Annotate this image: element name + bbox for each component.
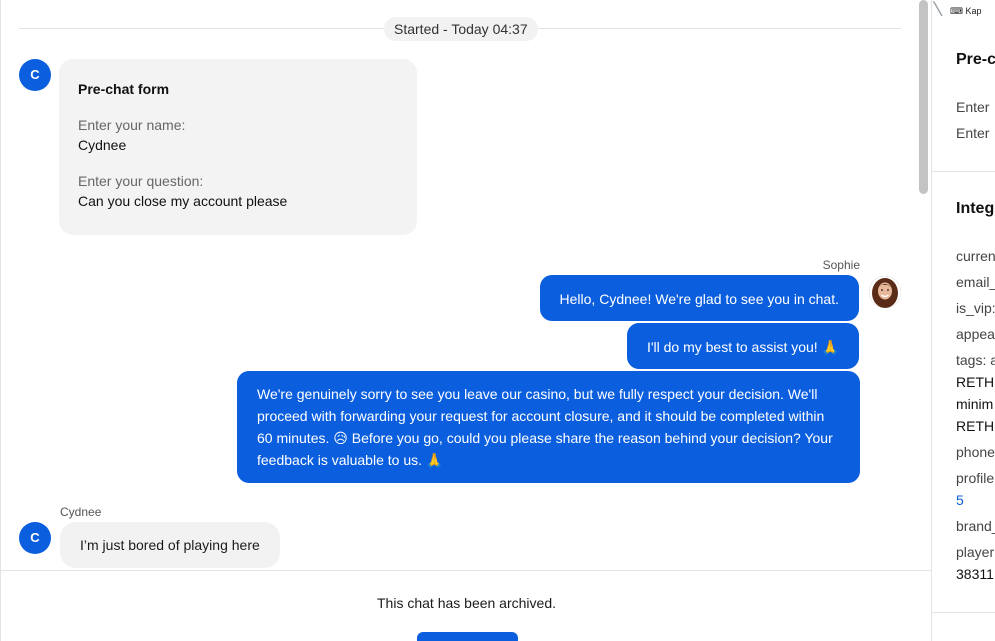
customer-name: Cydnee: [60, 505, 102, 519]
integration-field: is_vip:: [956, 300, 995, 316]
sidebar-top-label: ⌨ Kap: [932, 0, 995, 24]
prechat-question-value: Can you close my account please: [78, 193, 288, 209]
footer-action-button[interactable]: [417, 632, 518, 641]
sidebar-separator: [932, 612, 995, 613]
details-sidebar: ⌨ Kap Pre-c Enter Enter Integ curren ema…: [932, 0, 995, 641]
agent-message: I'll do my best to assist you! 🙏: [626, 323, 859, 369]
integration-field: player: [956, 544, 995, 560]
agent-photo-icon: [869, 276, 901, 308]
customer-avatar: C: [19, 522, 51, 554]
prechat-field: Enter: [956, 125, 990, 141]
integration-field: email_: [956, 274, 995, 290]
integration-field: brand_: [956, 518, 995, 534]
chat-scrollbar[interactable]: [917, 0, 931, 570]
prechat-form-card: Pre-chat form Enter your name: Cydnee En…: [59, 59, 417, 235]
prechat-form-title: Pre-chat form: [78, 81, 170, 97]
integration-value: minim: [956, 396, 994, 412]
archived-notice: This chat has been archived.: [377, 595, 556, 611]
pen-icon: [932, 0, 943, 17]
agent-message: Hello, Cydnee! We're glad to see you in …: [539, 275, 859, 321]
customer-avatar: C: [19, 59, 51, 91]
integration-field: phone: [956, 444, 995, 460]
customer-message: I’m just bored of playing here: [60, 522, 280, 568]
integration-field: appea: [956, 326, 995, 342]
chat-panel: Started - Today 04:37 C Pre-chat form En…: [0, 0, 916, 570]
integration-value: RETHI: [956, 418, 995, 434]
agent-avatar: [869, 276, 901, 308]
integration-field: tags: a: [956, 352, 995, 368]
prechat-name-value: Cydnee: [78, 137, 127, 153]
prechat-question-label: Enter your question:: [78, 173, 204, 189]
integration-value: RETHI: [956, 374, 995, 390]
agent-message: We're genuinely sorry to see you leave o…: [237, 371, 860, 483]
sidebar-separator: [932, 171, 995, 172]
chat-scrollbar-thumb[interactable]: [919, 0, 928, 194]
integration-section-title: Integ: [956, 200, 995, 217]
prechat-field: Enter: [956, 99, 990, 115]
prechat-name-label: Enter your name:: [78, 117, 186, 133]
integration-link[interactable]: 5: [956, 492, 964, 508]
integration-value: 38311: [956, 566, 994, 582]
integration-field: profile: [956, 470, 995, 486]
chat-started-badge: Started - Today 04:37: [384, 17, 538, 41]
agent-name: Sophie: [822, 258, 860, 272]
chat-footer: This chat has been archived.: [0, 570, 931, 641]
prechat-section-title: Pre-c: [956, 51, 995, 68]
integration-field: curren: [956, 248, 995, 264]
